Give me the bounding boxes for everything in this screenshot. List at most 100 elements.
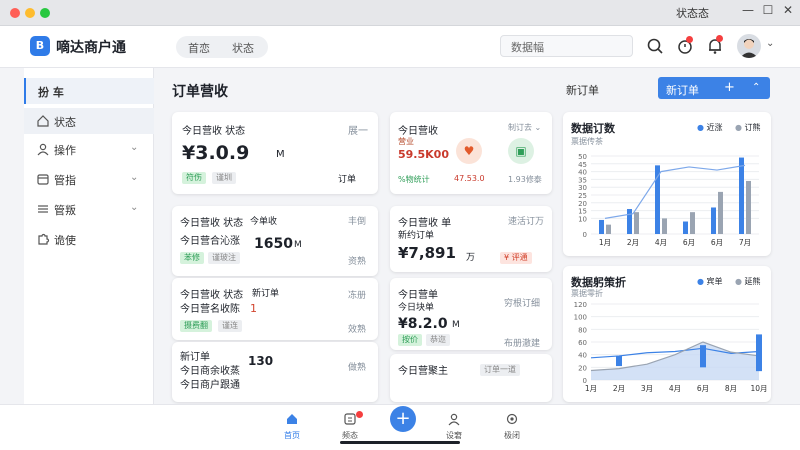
order-income-card[interactable]: 今日营单 穷根订细 今日块单 ¥8.2.0 M 布册澈建 按价 恭迩: [390, 278, 552, 350]
search-icon[interactable]: [646, 37, 664, 55]
status-chip: 苯修: [180, 252, 204, 264]
search-input[interactable]: 数据幅: [500, 35, 633, 57]
revenue-card-summary[interactable]: 今日营收 制订去 ⌄ 营业 59.5K00 ♥ ▣ %物统计 47.53.0 1…: [390, 112, 552, 194]
range-bar: [700, 345, 706, 368]
order-card[interactable]: 今日营收 单 速活订万 新约订单 ¥7,891 万 ¥ 评通: [390, 206, 552, 272]
card-title: 今日营收: [398, 126, 438, 137]
order-unit: 万: [466, 253, 476, 263]
card-number: 1: [250, 302, 257, 315]
bar-secondary: [634, 212, 639, 234]
revenue-card-status[interactable]: 今日营收 状态 今单收 丰倒 今日营合沁涨 1650 M 苯修 谨玻注 资熟: [172, 206, 378, 276]
sidebar: 扮 车 状态 操作 ⌄ 管指 ⌄ 管叛 ⌄ 诡使: [24, 68, 154, 408]
window-maximize-button[interactable]: ☐: [760, 3, 776, 17]
new-order-card[interactable]: 今日营收 状态 新订单 冻册 今日营名收陈 1 摄费翻 谨连 效熟: [172, 278, 378, 340]
sidebar-item-label: 操作: [54, 144, 76, 157]
window-minimize-button[interactable]: —: [740, 3, 756, 17]
revenue-unit: M: [276, 149, 285, 160]
income-unit: M: [452, 320, 460, 330]
zoom-dot[interactable]: [40, 8, 50, 18]
card-line-b: 今单收: [250, 217, 278, 227]
close-dot[interactable]: [10, 8, 20, 18]
y-tick-label: 100: [574, 314, 587, 322]
plus-icon[interactable]: +: [724, 80, 735, 95]
account-chevron-down-icon[interactable]: ⌄: [766, 38, 774, 49]
status-chip: 谨玻注: [208, 252, 240, 264]
y-tick-label: 20: [578, 364, 587, 372]
card-line: 今日块单: [398, 303, 435, 313]
tab-settings[interactable]: 极闭: [492, 407, 532, 447]
stat-right: 1.93修泰: [508, 175, 542, 184]
sidebar-item-plugins[interactable]: 诡使: [24, 226, 154, 252]
y-tick-label: 35: [578, 176, 587, 184]
card-tag[interactable]: 冻册: [348, 288, 366, 301]
chevron-down-icon: ⌄: [130, 202, 139, 213]
amount-value: 59.5K00: [398, 148, 449, 161]
sidebar-item-status[interactable]: 状态: [24, 108, 154, 134]
range-bar: [616, 355, 622, 367]
status-chip: 按价: [398, 334, 422, 346]
wallet-icon: ▣: [508, 138, 534, 164]
y-tick-label: 120: [574, 301, 587, 309]
tab-home[interactable]: 首页: [272, 407, 312, 447]
card-side-label: 效熟: [348, 325, 367, 335]
bar-primary: [683, 221, 688, 234]
stat-percent: 47.53.0: [454, 174, 485, 183]
card-tag[interactable]: 做熟: [348, 360, 366, 373]
puzzle-icon: [38, 233, 50, 245]
bar-secondary: [746, 180, 751, 234]
gift-icon: ♥: [456, 138, 482, 164]
order-value: ¥7,891: [398, 244, 456, 262]
x-tick-label: 4月: [655, 238, 667, 247]
line-chart-card: 数据躬策折 票据零折 ● 宾单 ● 延熊 0 20 40 60 80 100 120 1月 2月…: [563, 266, 771, 402]
bell-badge: [716, 35, 723, 42]
sidebar-item-cart[interactable]: 扮 车: [24, 78, 154, 104]
card-tag[interactable]: 速活订万: [508, 214, 544, 227]
revenue-card-today[interactable]: 今日营收 状态 展一 ¥3.0.9 M 符伤 谨圳 订单: [172, 112, 378, 194]
bar-secondary: [718, 191, 723, 234]
segment-tab-1[interactable]: 首恋: [188, 40, 210, 56]
window-close-button[interactable]: ✕: [780, 3, 796, 17]
x-tick-label: 6月: [697, 384, 709, 393]
range-bar: [756, 334, 762, 372]
card-line: 今日商余收蒸: [180, 366, 240, 377]
home-indicator: [340, 441, 460, 444]
revenue-value: ¥3.0.9: [182, 142, 250, 164]
y-tick-label: 40: [578, 352, 587, 360]
merchant-card[interactable]: 新订单 今日商余收蒸 今日商户跟通 130 做熟: [172, 342, 378, 402]
sidebar-item-label: 管指: [54, 174, 76, 187]
segment-tab-2[interactable]: 状态: [232, 40, 254, 56]
y-tick-label: 45: [578, 161, 587, 169]
status-chip: 恭迩: [426, 334, 450, 346]
card-title: 今日营单: [398, 290, 438, 301]
sidebar-item-reports[interactable]: 管叛 ⌄: [24, 196, 154, 222]
merchant-count: 130: [248, 354, 274, 368]
card-tag[interactable]: 制订去 ⌄: [508, 122, 541, 133]
sidebar-item-operations[interactable]: 操作 ⌄: [24, 136, 154, 162]
sidebar-item-management[interactable]: 管指 ⌄: [24, 166, 154, 192]
new-order-button[interactable]: 新订单 + ⌃: [658, 77, 770, 99]
y-tick-label: 25: [578, 192, 587, 200]
y-tick-label: 80: [578, 326, 587, 334]
card-title: 今日营收 状态: [182, 126, 246, 137]
title-bar: 状态态 — ☐ ✕: [0, 0, 800, 26]
orders-icon: [344, 413, 356, 425]
card-tag[interactable]: 丰倒: [348, 214, 366, 227]
card-line: 今日营收 状态: [180, 218, 244, 229]
tab-label: 设窘: [446, 431, 462, 440]
x-tick-label: 1月: [599, 238, 611, 247]
wallet-icon: [37, 174, 49, 185]
x-tick-label: 4月: [669, 384, 681, 393]
x-tick-label: 1月: [585, 384, 597, 393]
add-button[interactable]: +: [390, 406, 416, 432]
status-chip: 摄费翻: [180, 320, 212, 332]
daily-summary-card[interactable]: 今日营聚主 订单一道: [390, 354, 552, 402]
y-tick-label: 10: [578, 215, 587, 223]
avatar[interactable]: [737, 34, 761, 58]
card-tag[interactable]: 穷根订细: [504, 296, 540, 309]
card-tag[interactable]: 展一: [348, 122, 368, 137]
minimize-dot[interactable]: [25, 8, 35, 18]
chevron-up-icon[interactable]: ⌃: [752, 82, 760, 93]
card-line: 今日营合沁涨: [180, 236, 240, 247]
status-chip: 订单一道: [480, 364, 520, 376]
menu-icon: [38, 205, 48, 213]
